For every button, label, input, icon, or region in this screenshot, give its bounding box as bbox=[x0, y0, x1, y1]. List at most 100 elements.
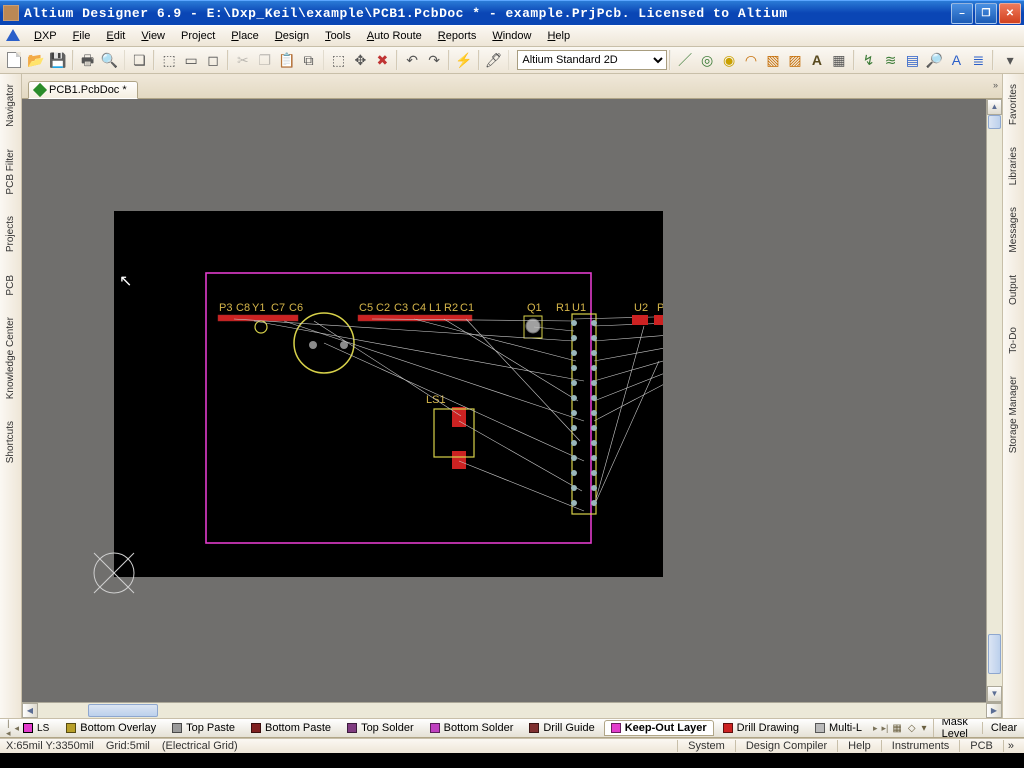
place-line-button[interactable]: ／ bbox=[675, 49, 695, 71]
place-pad-button[interactable]: ◎ bbox=[697, 49, 717, 71]
layer-nav-last[interactable]: ▸| bbox=[882, 723, 889, 734]
layer-tab-bottom-paste[interactable]: Bottom Paste bbox=[244, 720, 338, 736]
list-button[interactable]: ≣ bbox=[968, 49, 988, 71]
pcb-canvas[interactable]: P3C8Y1C7C6 C5C2C3C4L1R2C1 Q1R1U1 U2P2P1 … bbox=[22, 99, 986, 702]
close-button[interactable]: ✕ bbox=[999, 3, 1021, 24]
maximize-button[interactable]: ❐ bbox=[975, 3, 997, 24]
open-button[interactable]: 📂 bbox=[26, 49, 46, 71]
new-doc-button[interactable] bbox=[4, 49, 24, 71]
vscroll-track[interactable] bbox=[987, 115, 1002, 686]
layer-tab-drill-drawing[interactable]: Drill Drawing bbox=[716, 720, 806, 736]
panel-pcb[interactable]: PCB bbox=[5, 271, 16, 300]
layer-nav-prev[interactable]: ◂ bbox=[15, 723, 20, 734]
dxp-logo-icon[interactable] bbox=[6, 29, 20, 43]
deselect-button[interactable]: ✖ bbox=[372, 49, 392, 71]
cut-button[interactable]: ✂ bbox=[233, 49, 253, 71]
scroll-right-button[interactable]: ▶ bbox=[986, 703, 1002, 718]
interactive-route-button[interactable]: ↯ bbox=[859, 49, 879, 71]
layer-config-icon[interactable]: ▦ bbox=[892, 723, 901, 734]
tab-pcb1[interactable]: PCB1.PcbDoc * bbox=[28, 81, 138, 99]
vscroll-thumb[interactable] bbox=[988, 634, 1001, 674]
align-button[interactable]: ▤ bbox=[903, 49, 923, 71]
save-button[interactable]: 💾 bbox=[48, 49, 68, 71]
panel-knowledge[interactable]: Knowledge Center bbox=[5, 313, 16, 403]
menu-window[interactable]: Window bbox=[484, 28, 539, 44]
layer-tab-multi-l[interactable]: Multi-L bbox=[808, 720, 869, 736]
copy-button[interactable]: ❐ bbox=[255, 49, 275, 71]
print-preview-button[interactable]: 🔍 bbox=[100, 49, 120, 71]
place-polygon-button[interactable]: ▨ bbox=[785, 49, 805, 71]
panel-libraries[interactable]: Libraries bbox=[1008, 143, 1019, 189]
panel-output[interactable]: Output bbox=[1008, 271, 1019, 309]
scroll-down-button[interactable]: ▼ bbox=[987, 686, 1002, 702]
tab-overflow-button[interactable]: » bbox=[993, 80, 998, 90]
zoom-fit-button[interactable]: ▭ bbox=[181, 49, 201, 71]
hscroll-thumb[interactable] bbox=[88, 704, 158, 717]
redo-button[interactable]: ↷ bbox=[424, 49, 444, 71]
footer-help[interactable]: Help bbox=[837, 740, 881, 752]
print-button[interactable]: 🖶 bbox=[78, 49, 98, 71]
panel-projects[interactable]: Projects bbox=[5, 212, 16, 256]
select-rect-button[interactable]: ⬚ bbox=[328, 49, 348, 71]
cross-probe-button[interactable]: ⚡ bbox=[454, 49, 474, 71]
move-button[interactable]: ✥ bbox=[350, 49, 370, 71]
menu-project[interactable]: Project bbox=[173, 28, 223, 44]
browse-button[interactable]: 🖊 bbox=[484, 49, 504, 71]
menu-view[interactable]: View bbox=[133, 28, 173, 44]
mask-level-button[interactable]: Mask Level bbox=[933, 718, 976, 738]
layer-tab-bottom-overlay[interactable]: Bottom Overlay bbox=[59, 720, 163, 736]
hscroll-track[interactable] bbox=[38, 703, 986, 718]
layer-nav-next[interactable]: ▸ bbox=[873, 723, 878, 734]
menu-auto-route[interactable]: Auto Route bbox=[359, 28, 430, 44]
panel-favorites[interactable]: Favorites bbox=[1008, 80, 1019, 129]
paste-button[interactable]: 📋 bbox=[277, 49, 297, 71]
bookmark-button[interactable]: A bbox=[946, 49, 966, 71]
clear-button[interactable]: Clear bbox=[982, 722, 1024, 734]
place-component-button[interactable]: ▦ bbox=[829, 49, 849, 71]
layer-tab-top-solder[interactable]: Top Solder bbox=[340, 720, 421, 736]
menu-help[interactable]: Help bbox=[539, 28, 578, 44]
scroll-left-button[interactable]: ◀ bbox=[22, 703, 38, 718]
minimize-button[interactable]: – bbox=[951, 3, 973, 24]
horizontal-scrollbar[interactable]: ◀ ▶ bbox=[22, 702, 1002, 718]
layer-nav-first[interactable]: |◂ bbox=[6, 718, 11, 738]
panel-messages[interactable]: Messages bbox=[1008, 203, 1019, 257]
footer-system[interactable]: System bbox=[677, 740, 735, 752]
menu-dxp[interactable]: DXP bbox=[26, 28, 65, 44]
footer-design-compiler[interactable]: Design Compiler bbox=[735, 740, 837, 752]
panel-todo[interactable]: To-Do bbox=[1008, 323, 1019, 358]
vscroll-top-thumb[interactable] bbox=[988, 115, 1001, 129]
menu-place[interactable]: Place bbox=[223, 28, 267, 44]
dropdown-button[interactable]: ▾ bbox=[1000, 49, 1020, 71]
place-arc-button[interactable]: ◠ bbox=[741, 49, 761, 71]
undo-button[interactable]: ↶ bbox=[402, 49, 422, 71]
menu-tools[interactable]: Tools bbox=[317, 28, 359, 44]
ls-indicator[interactable]: LS bbox=[23, 723, 49, 734]
layer-snap-icon[interactable]: ◇ bbox=[908, 723, 916, 734]
footer-more[interactable]: » bbox=[1003, 740, 1018, 752]
layers-button[interactable]: ❏ bbox=[129, 49, 149, 71]
footer-instruments[interactable]: Instruments bbox=[881, 740, 959, 752]
panel-storage[interactable]: Storage Manager bbox=[1008, 372, 1019, 457]
zoom-area-button[interactable]: ⬚ bbox=[159, 49, 179, 71]
panel-navigator[interactable]: Navigator bbox=[5, 80, 16, 131]
pcb-board-region[interactable]: P3C8Y1C7C6 C5C2C3C4L1R2C1 Q1R1U1 U2P2P1 … bbox=[114, 211, 663, 577]
duplicate-button[interactable]: ⧉ bbox=[299, 49, 319, 71]
view-mode-dropdown[interactable]: Altium Standard 2D bbox=[517, 50, 667, 70]
layer-dropdown-icon[interactable]: ▾ bbox=[922, 723, 927, 734]
vertical-scrollbar[interactable]: ▲ ▼ bbox=[986, 99, 1002, 702]
menu-reports[interactable]: Reports bbox=[430, 28, 485, 44]
layer-tab-drill-guide[interactable]: Drill Guide bbox=[522, 720, 601, 736]
menu-design[interactable]: Design bbox=[267, 28, 317, 44]
diff-pair-route-button[interactable]: ≋ bbox=[881, 49, 901, 71]
scroll-up-button[interactable]: ▲ bbox=[987, 99, 1002, 115]
menu-edit[interactable]: Edit bbox=[98, 28, 133, 44]
find-similar-button[interactable]: 🔎 bbox=[924, 49, 944, 71]
layer-tab-top-paste[interactable]: Top Paste bbox=[165, 720, 242, 736]
place-fill-button[interactable]: ▧ bbox=[763, 49, 783, 71]
panel-shortcuts[interactable]: Shortcuts bbox=[5, 417, 16, 467]
layer-tab-keep-out-layer[interactable]: Keep-Out Layer bbox=[604, 720, 714, 736]
footer-pcb[interactable]: PCB bbox=[959, 740, 1003, 752]
layer-tab-bottom-solder[interactable]: Bottom Solder bbox=[423, 720, 521, 736]
place-via-button[interactable]: ◉ bbox=[719, 49, 739, 71]
